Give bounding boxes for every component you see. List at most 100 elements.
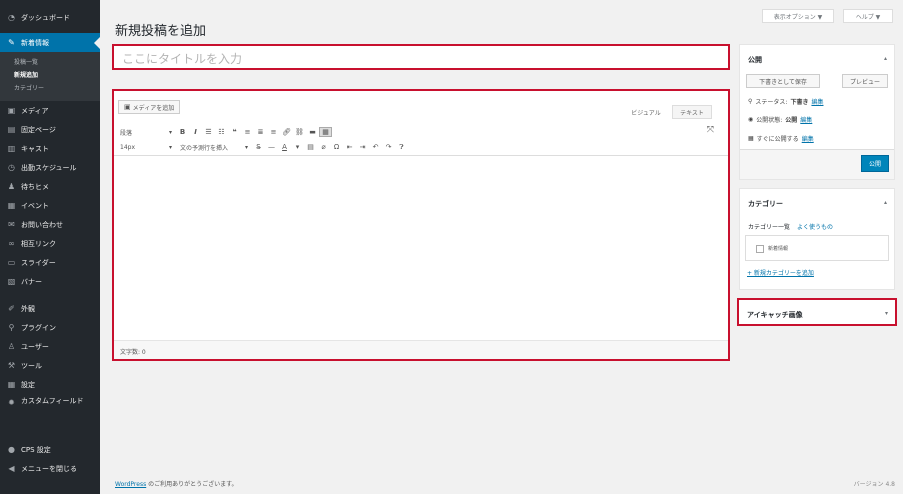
font-size-select[interactable]: 14px ▾ [116, 144, 176, 151]
visibility-value: 公開 [785, 117, 798, 124]
sidebar-item-users[interactable]: ♙ ユーザー [0, 337, 100, 356]
sidebar-item-slider[interactable]: ▭ スライダー [0, 253, 100, 272]
tab-popular-categories[interactable]: よく使うもの [797, 222, 833, 231]
sidebar-item-label: お問い合わせ [21, 220, 63, 229]
chevron-down-icon[interactable]: ▾ [291, 143, 304, 151]
format-select-value: 段落 [120, 129, 133, 137]
collapse-icon[interactable]: ▴ [884, 199, 887, 206]
mail-icon: ✉ [8, 220, 15, 229]
wordpress-link[interactable]: WordPress [115, 481, 146, 488]
sidebar-item-cps-settings[interactable]: ● CPS 設定 [0, 440, 100, 459]
sidebar-item-label: 新着情報 [21, 38, 49, 47]
publish-button[interactable]: 公開 [861, 155, 889, 172]
submenu-item-all-posts[interactable]: 投稿一覧 [0, 56, 100, 69]
eye-icon: ◉ [748, 116, 754, 123]
unlink-icon[interactable]: ⛓︎ [293, 128, 306, 136]
sidebar-item-cast[interactable]: ▥ キャスト [0, 139, 100, 158]
cast-icon: ▥ [7, 144, 16, 153]
tab-text[interactable]: テキスト [672, 105, 712, 119]
calendar-icon: ▦ [748, 135, 754, 142]
special-char-icon[interactable]: Ω [330, 143, 343, 151]
bulleted-list-icon[interactable]: ☰ [202, 128, 215, 136]
strikethrough-icon[interactable]: S̶ [252, 143, 265, 151]
blockquote-icon[interactable]: ❝ [228, 128, 241, 136]
sidebar-item-news[interactable]: ✎ 新着情報 [0, 33, 100, 52]
insert-link-icon[interactable]: 🔗︎ [280, 128, 293, 136]
sidebar-item-schedule[interactable]: ◷ 出勤スケジュール [0, 158, 100, 177]
add-category-link[interactable]: + 新規カテゴリーを追加 [747, 268, 814, 277]
sidebar-item-dashboard[interactable]: ◔ ダッシュボード [0, 8, 100, 27]
text-color-icon[interactable]: A [278, 143, 291, 151]
italic-icon[interactable]: I [189, 128, 202, 136]
paste-text-icon[interactable]: ▤ [304, 143, 317, 151]
pin-icon: ✎ [8, 38, 15, 47]
submenu-item-add-new[interactable]: 新規追加 [0, 69, 100, 82]
indent-icon[interactable]: ⇥ [356, 143, 369, 151]
page-title: 新規投稿を追加 [115, 24, 207, 39]
clock-icon: ◷ [8, 163, 15, 172]
add-media-label: メディアを追加 [132, 104, 175, 112]
sidebar-item-links[interactable]: ∞ 相互リンク [0, 234, 100, 253]
collapse-icon[interactable]: ▴ [884, 55, 887, 62]
sidebar-item-waiting[interactable]: ♟ 待ちヒメ [0, 177, 100, 196]
post-title-input[interactable]: ここにタイトルを入力 [112, 44, 730, 70]
sidebar-item-contact[interactable]: ✉ お問い合わせ [0, 215, 100, 234]
outdent-icon[interactable]: ⇤ [343, 143, 356, 151]
preview-button[interactable]: プレビュー [842, 74, 888, 88]
sidebar-item-appearance[interactable]: ✐ 外観 [0, 299, 100, 318]
align-center-icon[interactable]: ≣ [254, 128, 267, 136]
pin-icon: ⚲ [748, 98, 753, 105]
numbered-list-icon[interactable]: ☷ [215, 128, 228, 136]
sidebar-item-banner[interactable]: ▧ バナー [0, 272, 100, 291]
undo-icon[interactable]: ↶ [369, 143, 382, 151]
align-right-icon[interactable]: ≡ [267, 128, 280, 136]
link-icon: ∞ [8, 239, 15, 248]
sidebar-item-media[interactable]: ▣ メディア [0, 101, 100, 120]
clear-format-icon[interactable]: ⌀ [317, 143, 330, 151]
collapse-icon[interactable]: ▾ [885, 310, 888, 317]
sidebar-collapse-menu[interactable]: ◀ メニューを閉じる [0, 459, 100, 478]
tab-all-categories[interactable]: カテゴリー一覧 [748, 222, 790, 231]
sidebar-item-pages[interactable]: ▤ 固定ページ [0, 120, 100, 139]
sidebar-item-label: スライダー [21, 258, 56, 267]
toolbar-toggle-icon[interactable]: ▦ [319, 127, 332, 137]
sidebar-item-tools[interactable]: ⚒ ツール [0, 356, 100, 375]
bold-icon[interactable]: B [176, 128, 189, 136]
align-left-icon[interactable]: ≡ [241, 128, 254, 136]
sidebar-item-events[interactable]: ▦ イベント [0, 196, 100, 215]
sidebar-item-custom-fields[interactable]: ✹ カスタムフィールド [0, 394, 100, 420]
editor-content-area[interactable] [114, 155, 728, 335]
edit-schedule-link[interactable]: 編集 [802, 134, 814, 143]
sidebar-item-label: メディア [21, 106, 49, 115]
redo-icon[interactable]: ↷ [382, 143, 395, 151]
add-media-button[interactable]: ▣ メディアを追加 [118, 100, 181, 114]
schedule-label: すぐに公開する [756, 136, 799, 143]
format-select[interactable]: 段落 ▾ [116, 128, 176, 137]
help-button[interactable]: ヘルプ ▼ [843, 9, 893, 23]
edit-status-link[interactable]: 編集 [811, 97, 823, 106]
title-placeholder: ここにタイトルを入力 [122, 52, 243, 66]
featured-image-box[interactable]: アイキャッチ画像 ▾ [737, 298, 897, 326]
screen-options-button[interactable]: 表示オプション ▼ [762, 9, 834, 23]
users-icon: ♟ [7, 182, 16, 191]
dashboard-icon: ◔ [8, 13, 15, 22]
help-icon[interactable]: ❓︎ [395, 143, 408, 152]
submenu-item-categories[interactable]: カテゴリー [0, 82, 100, 95]
sidebar-item-label: 相互リンク [21, 239, 56, 248]
edit-visibility-link[interactable]: 編集 [800, 115, 812, 124]
category-checkbox[interactable] [756, 245, 764, 253]
save-draft-button[interactable]: 下書きとして保存 [746, 74, 820, 88]
sidebar-item-plugins[interactable]: ⚲ プラグイン [0, 318, 100, 337]
sidebar-item-label: キャスト [21, 144, 49, 153]
read-more-icon[interactable]: ▬ [306, 128, 319, 136]
horizontal-line-icon[interactable]: — [265, 143, 278, 151]
sidebar-item-label: ダッシュボード [21, 13, 70, 22]
font-size-value: 14px [120, 143, 135, 151]
chevron-down-icon: ▾ [168, 143, 172, 151]
footer-thanks: WordPress のご利用ありがとうございます。 [115, 479, 238, 488]
template-select[interactable]: 文の予測行を挿入 ▾ [176, 143, 252, 152]
status-label: ステータス: [755, 99, 788, 106]
tab-visual[interactable]: ビジュアル [624, 105, 668, 119]
sidebar-item-settings[interactable]: ▦ 設定 [0, 375, 100, 394]
sidebar-item-label: カスタムフィールド [21, 397, 84, 405]
